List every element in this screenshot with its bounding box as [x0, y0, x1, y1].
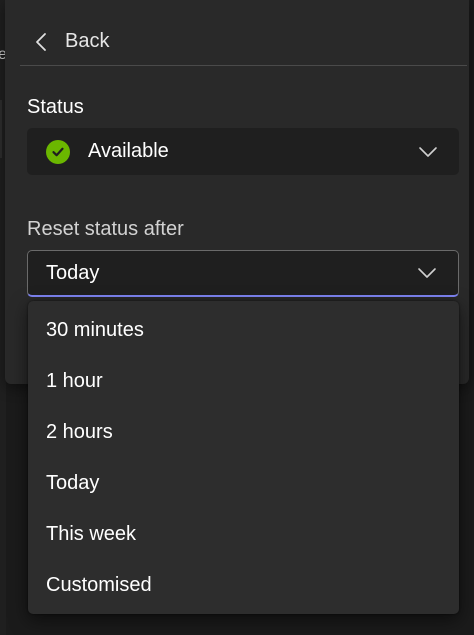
status-dropdown[interactable]: Available	[27, 128, 459, 175]
option-1-hour[interactable]: 1 hour	[28, 356, 459, 407]
chevron-down-icon	[419, 146, 437, 157]
chevron-down-icon	[418, 268, 436, 278]
option-2-hours[interactable]: 2 hours	[28, 407, 459, 458]
reset-status-dropdown[interactable]: Today	[27, 250, 459, 297]
status-value: Available	[88, 140, 169, 162]
back-label: Back	[65, 30, 110, 52]
reset-status-options-menu: 30 minutes 1 hour 2 hours Today This wee…	[28, 301, 459, 614]
back-button[interactable]: Back	[20, 20, 467, 66]
background-divider	[0, 100, 2, 158]
option-30-minutes[interactable]: 30 minutes	[28, 305, 459, 356]
reset-status-label: Reset status after	[27, 218, 184, 240]
option-today[interactable]: Today	[28, 458, 459, 509]
available-status-icon	[46, 139, 70, 164]
status-label: Status	[27, 96, 84, 118]
option-this-week[interactable]: This week	[28, 509, 459, 560]
reset-status-value: Today	[46, 261, 100, 284]
chevron-left-icon	[36, 32, 46, 51]
option-customised[interactable]: Customised	[28, 560, 459, 611]
